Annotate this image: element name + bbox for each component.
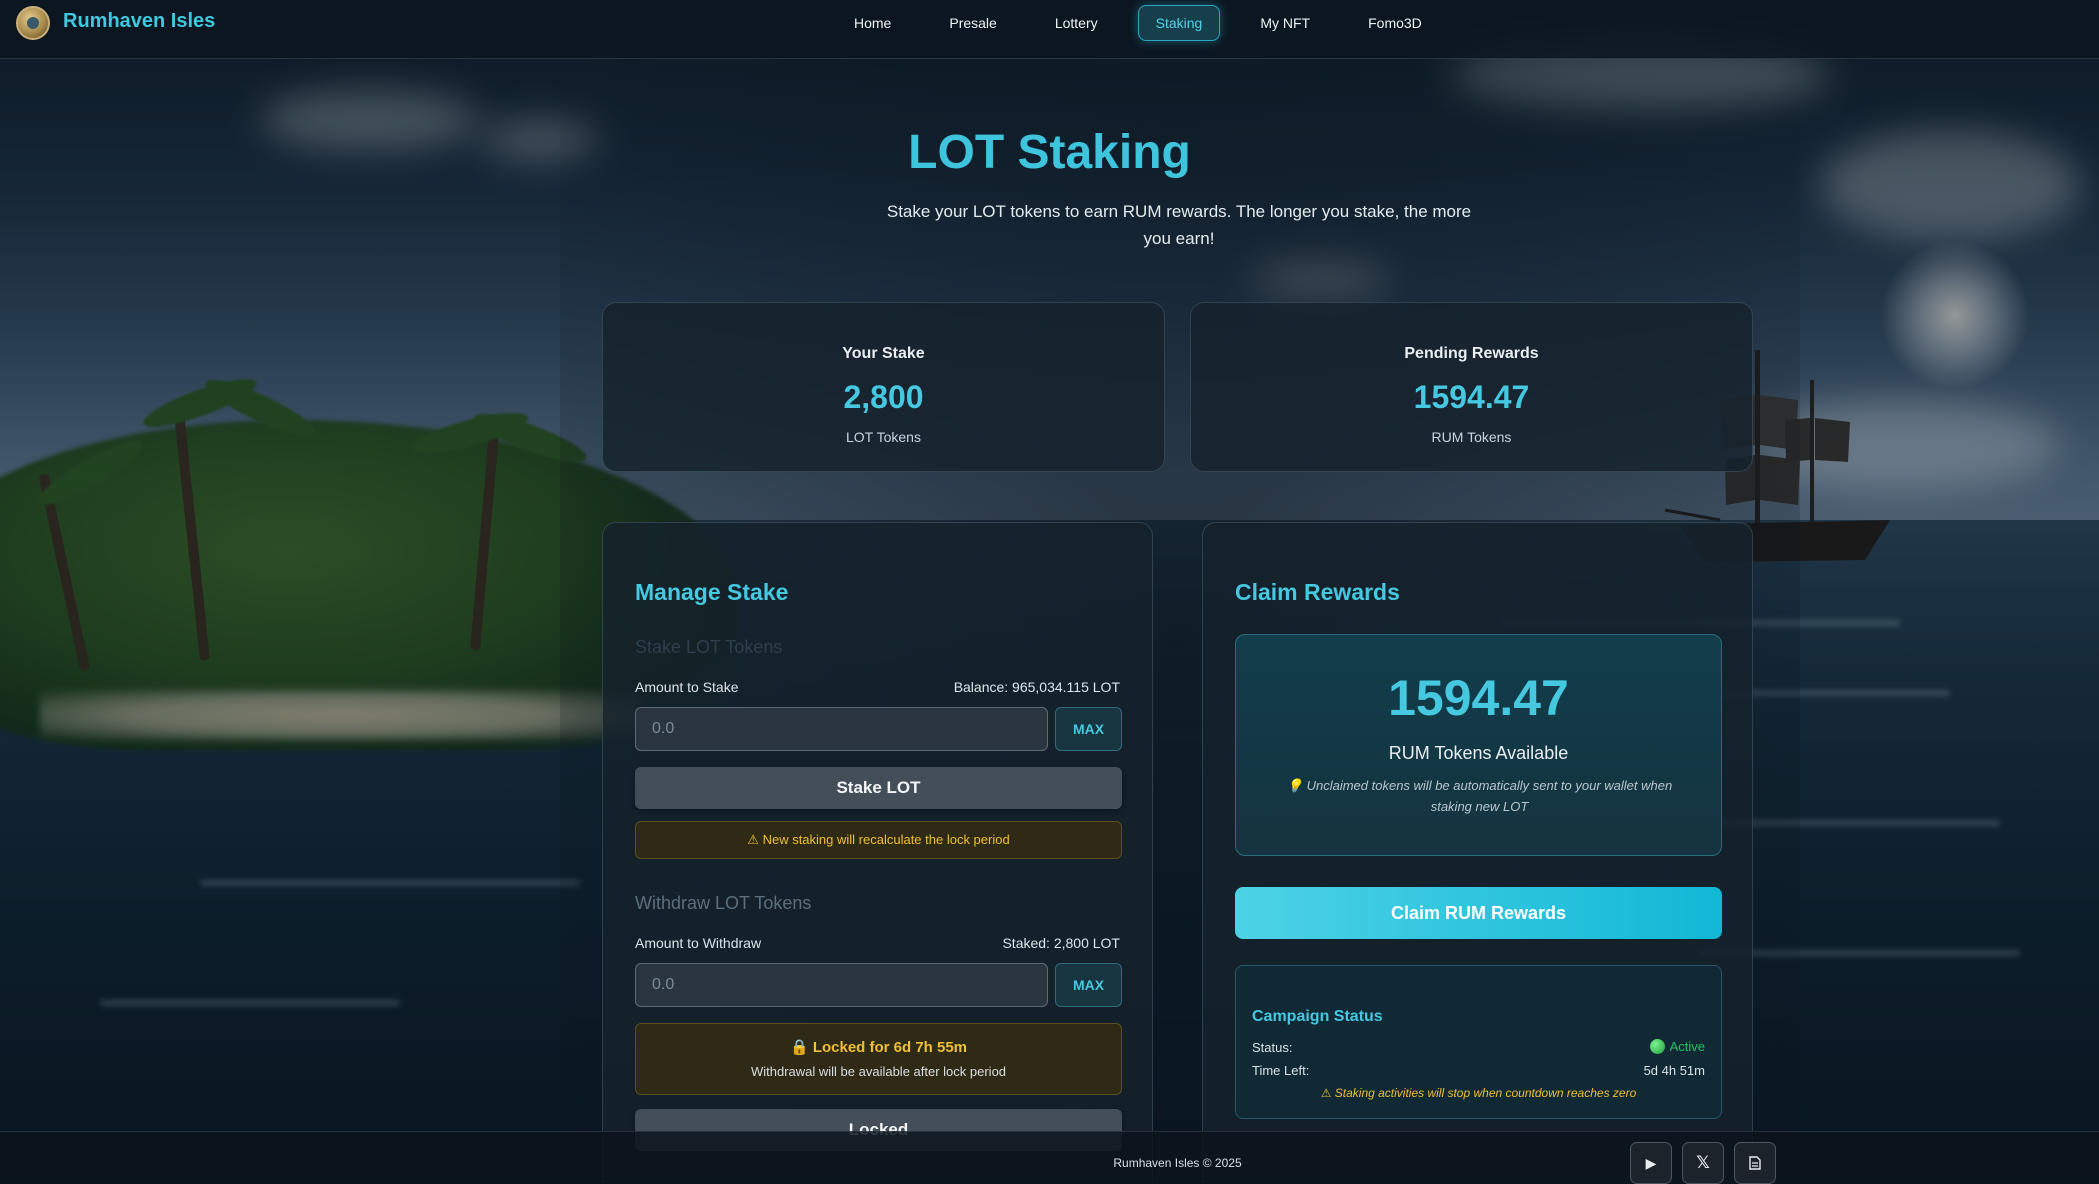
- campaign-status-label: Status:: [1252, 1040, 1293, 1055]
- pending-rewards-unit: RUM Tokens: [1431, 429, 1512, 445]
- stake-section-title: Stake LOT Tokens: [635, 637, 783, 657]
- footer: Rumhaven Isles © 2025 ▶ 𝕏: [0, 1131, 2099, 1184]
- brand-name[interactable]: Rumhaven Isles: [63, 10, 215, 33]
- lock-icon: 🔒: [789, 1039, 809, 1056]
- manage-stake-title: Manage Stake: [635, 579, 789, 605]
- top-navbar: Rumhaven Isles Home Presale Lottery Stak…: [0, 0, 2099, 59]
- warning-icon: ⚠: [747, 832, 759, 847]
- your-stake-value: 2,800: [843, 379, 924, 415]
- warning-icon: ⚠: [1320, 1086, 1332, 1100]
- claim-note: 💡 Unclaimed tokens will be automatically…: [1266, 775, 1693, 817]
- staked-label: Staked: 2,800 LOT: [1002, 935, 1120, 951]
- campaign-status-box: Campaign Status Status: Active Time Left…: [1235, 965, 1722, 1119]
- your-stake-card: Your Stake 2,800 LOT Tokens: [602, 302, 1165, 472]
- pending-rewards-card: Pending Rewards 1594.47 RUM Tokens: [1190, 302, 1753, 472]
- reward-summary-box: 1594.47 RUM Tokens Available 💡 Unclaimed…: [1235, 634, 1722, 856]
- time-left-value: 5d 4h 51m: [1643, 1063, 1705, 1078]
- stake-warning: ⚠ New staking will recalculate the lock …: [635, 821, 1122, 859]
- manage-stake-panel: Manage Stake Stake LOT Tokens Amount to …: [602, 522, 1153, 1182]
- nav-presale[interactable]: Presale: [931, 5, 1014, 41]
- nav-my-nft[interactable]: My NFT: [1242, 5, 1328, 41]
- withdraw-max-button[interactable]: MAX: [1055, 963, 1122, 1007]
- document-icon[interactable]: [1734, 1142, 1776, 1184]
- claim-rum-rewards-button[interactable]: Claim RUM Rewards: [1235, 887, 1722, 939]
- your-stake-unit: LOT Tokens: [846, 429, 921, 445]
- claim-note-text: Unclaimed tokens will be automatically s…: [1306, 778, 1673, 814]
- balance-label: Balance: 965,034.115 LOT: [953, 679, 1120, 695]
- withdraw-amount-input[interactable]: 0.0: [635, 963, 1048, 1007]
- campaign-status-value: Active: [1669, 1039, 1705, 1054]
- brand-logo-icon[interactable]: [16, 6, 50, 40]
- withdraw-section-title: Withdraw LOT Tokens: [635, 893, 812, 913]
- campaign-status-title: Campaign Status: [1252, 1008, 1383, 1025]
- pending-rewards-label: Pending Rewards: [1404, 345, 1539, 362]
- page-title: LOT Staking: [908, 126, 1191, 179]
- lock-notice: 🔒 Locked for 6d 7h 55m Withdrawal will b…: [635, 1023, 1122, 1095]
- amount-to-withdraw-label: Amount to Withdraw: [635, 935, 762, 951]
- stake-amount-input[interactable]: 0.0: [635, 707, 1048, 751]
- campaign-warning-text: Staking activities will stop when countd…: [1334, 1086, 1637, 1100]
- lock-title-row: 🔒 Locked for 6d 7h 55m: [636, 1038, 1121, 1056]
- your-stake-label: Your Stake: [842, 345, 925, 362]
- nav-staking[interactable]: Staking: [1137, 4, 1221, 41]
- green-dot-icon: [1649, 1039, 1665, 1054]
- x-icon[interactable]: 𝕏: [1682, 1142, 1724, 1184]
- claim-rewards-title: Claim Rewards: [1235, 579, 1400, 605]
- nav-fomo3d[interactable]: Fomo3D: [1350, 5, 1440, 41]
- stake-warning-text: New staking will recalculate the lock pe…: [762, 832, 1010, 847]
- footer-copyright: Rumhaven Isles © 2025: [1113, 1156, 1242, 1170]
- claim-rewards-panel: Claim Rewards 1594.47 RUM Tokens Availab…: [1202, 522, 1753, 1182]
- campaign-warning: ⚠ Staking activities will stop when coun…: [1236, 1086, 1721, 1100]
- page-subtitle: Stake your LOT tokens to earn RUM reward…: [886, 202, 1472, 248]
- lightbulb-icon: 💡: [1286, 778, 1303, 793]
- time-left-label: Time Left:: [1252, 1063, 1310, 1078]
- pending-rewards-value: 1594.47: [1413, 379, 1530, 415]
- lock-note: Withdrawal will be available after lock …: [750, 1064, 1007, 1079]
- amount-to-stake-label: Amount to Stake: [635, 679, 739, 695]
- campaign-status-value-row: Active: [1649, 1039, 1705, 1054]
- nav-lottery[interactable]: Lottery: [1037, 5, 1116, 41]
- stake-lot-button[interactable]: Stake LOT: [635, 767, 1122, 809]
- nav-links: Home Presale Lottery Staking My NFT Fomo…: [825, 0, 1451, 45]
- nav-home[interactable]: Home: [836, 5, 909, 41]
- stake-max-button[interactable]: MAX: [1055, 707, 1122, 751]
- play-icon[interactable]: ▶: [1630, 1142, 1672, 1184]
- claimable-unit: RUM Tokens Available: [1388, 743, 1569, 763]
- claimable-amount: 1594.47: [1388, 670, 1569, 726]
- lock-title: Locked for 6d 7h 55m: [812, 1039, 968, 1056]
